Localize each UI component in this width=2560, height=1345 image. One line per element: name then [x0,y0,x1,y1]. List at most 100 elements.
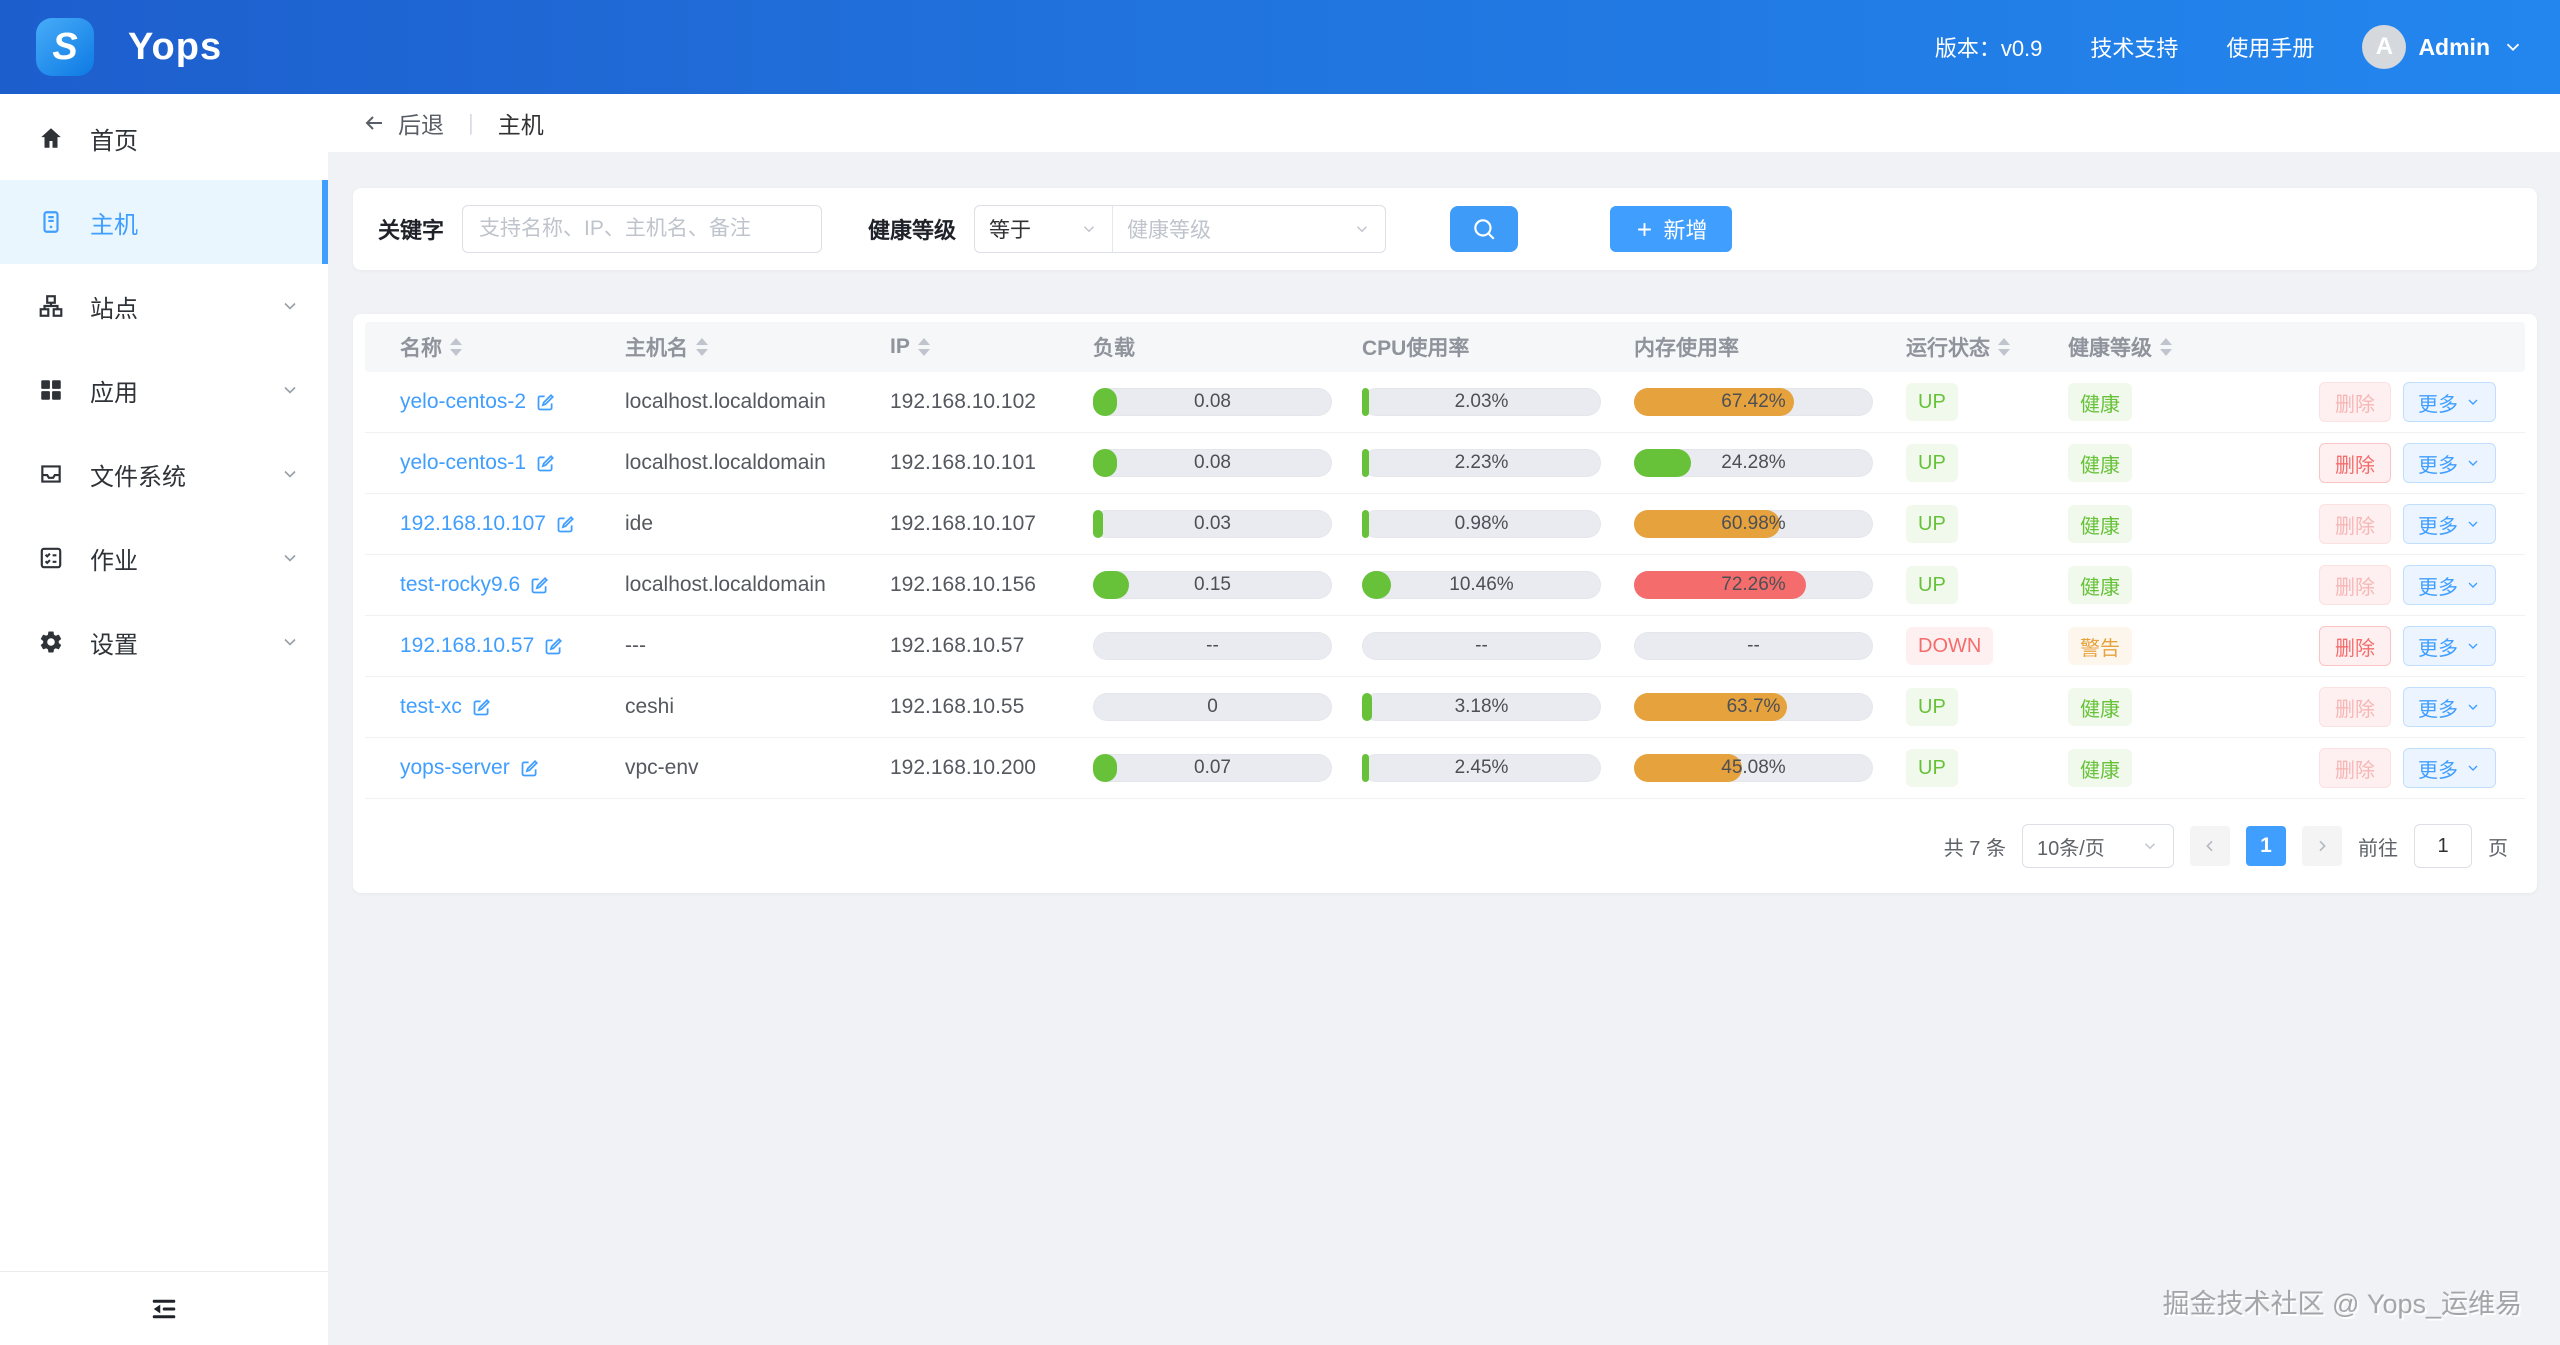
health-badge: 健康 [2068,566,2132,604]
load-bar: 0.15 [1093,571,1332,599]
status-badge: UP [1906,444,1958,482]
sidebar-item-home[interactable]: 首页 [0,96,328,180]
host-name-link[interactable]: test-xc [400,695,492,719]
hostname-cell: ide [590,512,855,536]
ip-cell: 192.168.10.57 [855,634,1075,658]
hosts-table: 名称主机名IP负载CPU使用率内存使用率运行状态健康等级 yelo-centos… [353,314,2537,893]
sort-caret-icon [450,338,462,356]
column-label: 主机名 [625,332,688,362]
bar-value: 0.08 [1093,449,1332,477]
cpu-bar: 2.23% [1362,449,1601,477]
sidebar-item-job[interactable]: 作业 [0,516,328,600]
sort-caret-icon [2160,338,2172,356]
sidebar-item-label: 文件系统 [90,457,186,492]
sidebar-item-site[interactable]: 站点 [0,264,328,348]
top-header: S Yops 版本：v0.9 技术支持 使用手册 A Admin [0,0,2560,94]
operator-select[interactable]: 等于 [975,206,1113,252]
gear-icon [38,629,64,655]
chevron-down-icon [2141,837,2159,855]
column-label: 运行状态 [1906,332,1990,362]
collapse-sidebar-icon[interactable] [149,1294,179,1324]
edit-icon [543,636,564,657]
bar-value: 0.03 [1093,510,1332,538]
sort-caret-icon [1998,338,2010,356]
delete-button[interactable]: 删除 [2319,443,2391,483]
cpu-bar: -- [1362,632,1601,660]
ip-cell: 192.168.10.102 [855,390,1075,414]
chevron-down-icon [280,296,300,316]
fs-icon [38,461,64,487]
support-link[interactable]: 技术支持 [2090,31,2178,63]
keyword-input[interactable] [462,205,822,253]
goto-page-input[interactable] [2414,824,2472,868]
sidebar-item-label: 主机 [90,205,138,240]
page-size-select[interactable]: 10条/页 [2022,824,2174,868]
breadcrumb-divider: | [468,110,474,136]
sidebar-item-app[interactable]: 应用 [0,348,328,432]
delete-button[interactable]: 删除 [2319,626,2391,666]
more-button[interactable]: 更多 [2403,443,2496,483]
host-name-link[interactable]: test-rocky9.6 [400,573,550,597]
hostname-cell: ceshi [590,695,855,719]
mem-bar: 72.26% [1634,571,1873,599]
user-menu[interactable]: A Admin [2362,25,2524,69]
cpu-bar: 0.98% [1362,510,1601,538]
more-button[interactable]: 更多 [2403,687,2496,727]
back-button[interactable]: 后退 [362,106,444,140]
column-header[interactable]: 主机名 [590,332,855,362]
host-name-link[interactable]: 192.168.10.107 [400,512,576,536]
sidebar-item-label: 首页 [90,121,138,156]
search-button[interactable] [1450,206,1518,252]
column-header[interactable]: 名称 [365,332,590,362]
next-page-button[interactable] [2302,826,2342,866]
goto-label: 前往 [2358,832,2398,861]
bar-value: -- [1634,632,1873,660]
host-name-link[interactable]: 192.168.10.57 [400,634,564,658]
more-button[interactable]: 更多 [2403,748,2496,788]
host-name-link[interactable]: yops-server [400,756,540,780]
app-logo-icon: S [36,18,94,76]
bar-value: 2.23% [1362,449,1601,477]
health-level-select[interactable]: 健康等级 [1113,206,1385,252]
table-row: 192.168.10.107ide192.168.10.1070.030.98%… [365,494,2525,555]
column-header: 负载 [1075,332,1340,362]
page-number-button[interactable]: 1 [2246,826,2286,866]
search-icon [1471,216,1497,242]
manual-link[interactable]: 使用手册 [2226,31,2314,63]
table-row: 192.168.10.57---192.168.10.57------DOWN警… [365,616,2525,677]
cpu-bar: 3.18% [1362,693,1601,721]
column-header: CPU使用率 [1340,332,1605,362]
table-row: yelo-centos-2localhost.localdomain192.16… [365,372,2525,433]
chevron-down-icon [280,464,300,484]
sidebar-item-filesystem[interactable]: 文件系统 [0,432,328,516]
username-label: Admin [2418,34,2490,61]
table-row: test-rocky9.6localhost.localdomain192.16… [365,555,2525,616]
chevron-down-icon [2465,516,2481,532]
page-unit-label: 页 [2488,832,2508,861]
column-header[interactable]: IP [855,335,1075,359]
load-bar: 0.08 [1093,449,1332,477]
more-button[interactable]: 更多 [2403,382,2496,422]
sidebar-item-settings[interactable]: 设置 [0,600,328,684]
host-name-link[interactable]: yelo-centos-2 [400,390,556,414]
plus-icon [1635,220,1654,239]
add-host-button[interactable]: 新增 [1610,206,1732,252]
prev-page-button[interactable] [2190,826,2230,866]
hostname-cell: localhost.localdomain [590,451,855,475]
avatar: A [2362,25,2406,69]
column-header[interactable]: 运行状态 [1875,332,2040,362]
more-button[interactable]: 更多 [2403,504,2496,544]
bar-value: 24.28% [1634,449,1873,477]
bar-value: 0.15 [1093,571,1332,599]
host-name-link[interactable]: yelo-centos-1 [400,451,556,475]
more-button[interactable]: 更多 [2403,626,2496,666]
bar-value: 2.45% [1362,754,1601,782]
sidebar-item-host[interactable]: 主机 [0,180,328,264]
table-row: yelo-centos-1localhost.localdomain192.16… [365,433,2525,494]
column-header[interactable]: 健康等级 [2040,332,2180,362]
load-bar: 0 [1093,693,1332,721]
home-icon [38,125,64,151]
status-badge: UP [1906,749,1958,787]
column-label: 健康等级 [2068,332,2152,362]
more-button[interactable]: 更多 [2403,565,2496,605]
